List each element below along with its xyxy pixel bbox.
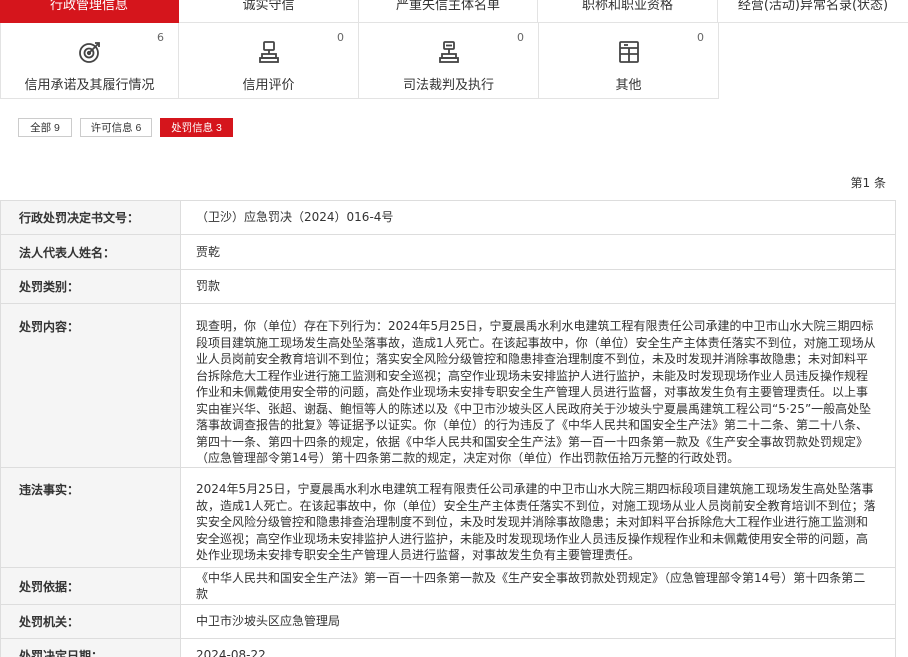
tab-abnormal-operation[interactable]: 经营(活动)异常名录(状态) xyxy=(718,0,908,23)
detail-value: 2024年5月25日，宁夏晨禹水利水电建筑工程有限责任公司承建的中卫市山水大院三… xyxy=(196,482,876,562)
detail-row-date: 处罚决定日期： 2024-08-22 xyxy=(0,639,896,657)
top-tab-bar: 行政管理信息 诚实守信 严重失信主体名单 职称和职业资格 经营(活动)异常名录(… xyxy=(0,0,908,23)
category-count: 0 xyxy=(337,31,344,44)
category-credit-evaluation[interactable]: 0 信用评价 xyxy=(179,23,359,99)
detail-value: 中卫市沙坡头区应急管理局 xyxy=(196,614,341,629)
detail-row-authority: 处罚机关： 中卫市沙坡头区应急管理局 xyxy=(0,605,896,639)
tab-label: 职称和职业资格 xyxy=(581,0,673,13)
detail-value: 现查明，你（单位）存在下列行为：2024年5月25日，宁夏晨禹水利水电建筑工程有… xyxy=(196,319,876,465)
detail-row-legal-rep: 法人代表人姓名： 贾乾 xyxy=(0,235,896,270)
filter-bar: 全部 9 许可信息 6 处罚信息 3 xyxy=(18,118,241,137)
detail-value: 罚款 xyxy=(196,279,221,294)
detail-value: 2024-08-22 xyxy=(196,648,266,657)
detail-key: 法人代表人姓名： xyxy=(1,235,181,269)
category-count: 6 xyxy=(157,31,164,44)
detail-row-content: 处罚内容： 现查明，你（单位）存在下列行为：2024年5月25日，宁夏晨禹水利水… xyxy=(0,304,896,468)
category-label: 其他 xyxy=(615,78,642,93)
category-count: 0 xyxy=(697,31,704,44)
category-other[interactable]: 0 其他 xyxy=(539,23,719,99)
detail-key: 处罚机关： xyxy=(1,605,181,638)
category-row: 6 信用承诺及其履行情况 0 信用评价 0 司法裁判及执行 0 其他 xyxy=(0,23,719,99)
tab-serious-dishonesty[interactable]: 严重失信主体名单 xyxy=(359,0,538,23)
tab-label: 经营(活动)异常名录(状态) xyxy=(737,0,889,13)
detail-row-doc-no: 行政处罚决定书文号： （卫沙）应急罚决（2024）016-4号 xyxy=(0,201,896,235)
tab-integrity[interactable]: 诚实守信 xyxy=(179,0,359,23)
category-judicial[interactable]: 0 司法裁判及执行 xyxy=(359,23,539,99)
detail-key: 处罚内容： xyxy=(1,304,181,467)
detail-row-facts: 违法事实： 2024年5月25日，宁夏晨禹水利水电建筑工程有限责任公司承建的中卫… xyxy=(0,468,896,568)
tab-label: 行政管理信息 xyxy=(49,0,128,13)
penalty-detail-table: 行政处罚决定书文号： （卫沙）应急罚决（2024）016-4号 法人代表人姓名：… xyxy=(0,200,896,657)
category-label: 信用承诺及其履行情况 xyxy=(24,78,155,93)
category-credit-commitment[interactable]: 6 信用承诺及其履行情况 xyxy=(0,23,179,99)
detail-row-basis: 处罚依据： 《中华人民共和国安全生产法》第一百一十四条第一款及《生产安全事故罚款… xyxy=(0,568,896,605)
category-label: 司法裁判及执行 xyxy=(402,78,494,93)
tab-admin-management[interactable]: 行政管理信息 xyxy=(0,0,179,23)
detail-value: （卫沙）应急罚决（2024）016-4号 xyxy=(196,210,394,225)
record-counter: 第1 条 xyxy=(850,176,886,190)
filter-all-button[interactable]: 全部 9 xyxy=(18,118,72,137)
trophy-icon xyxy=(255,38,283,66)
tab-label: 诚实守信 xyxy=(242,0,295,13)
gavel-icon xyxy=(435,38,463,66)
detail-row-category: 处罚类别： 罚款 xyxy=(0,270,896,304)
detail-key: 行政处罚决定书文号： xyxy=(1,201,181,234)
filter-permit-button[interactable]: 许可信息 6 xyxy=(80,118,152,137)
detail-value: 《中华人民共和国安全生产法》第一百一十四条第一款及《生产安全事故罚款处罚规定》（… xyxy=(196,570,866,602)
detail-key: 处罚依据： xyxy=(1,568,181,604)
target-icon xyxy=(76,38,104,66)
category-count: 0 xyxy=(517,31,524,44)
tab-professional-qualification[interactable]: 职称和职业资格 xyxy=(538,0,718,23)
detail-key: 违法事实： xyxy=(1,468,181,567)
detail-key: 处罚类别： xyxy=(1,270,181,303)
filter-penalty-button[interactable]: 处罚信息 3 xyxy=(160,118,233,137)
category-label: 信用评价 xyxy=(242,78,295,93)
detail-key: 处罚决定日期： xyxy=(1,639,181,657)
detail-value: 贾乾 xyxy=(196,244,221,259)
document-grid-icon xyxy=(615,38,643,66)
tab-label: 严重失信主体名单 xyxy=(395,0,500,13)
